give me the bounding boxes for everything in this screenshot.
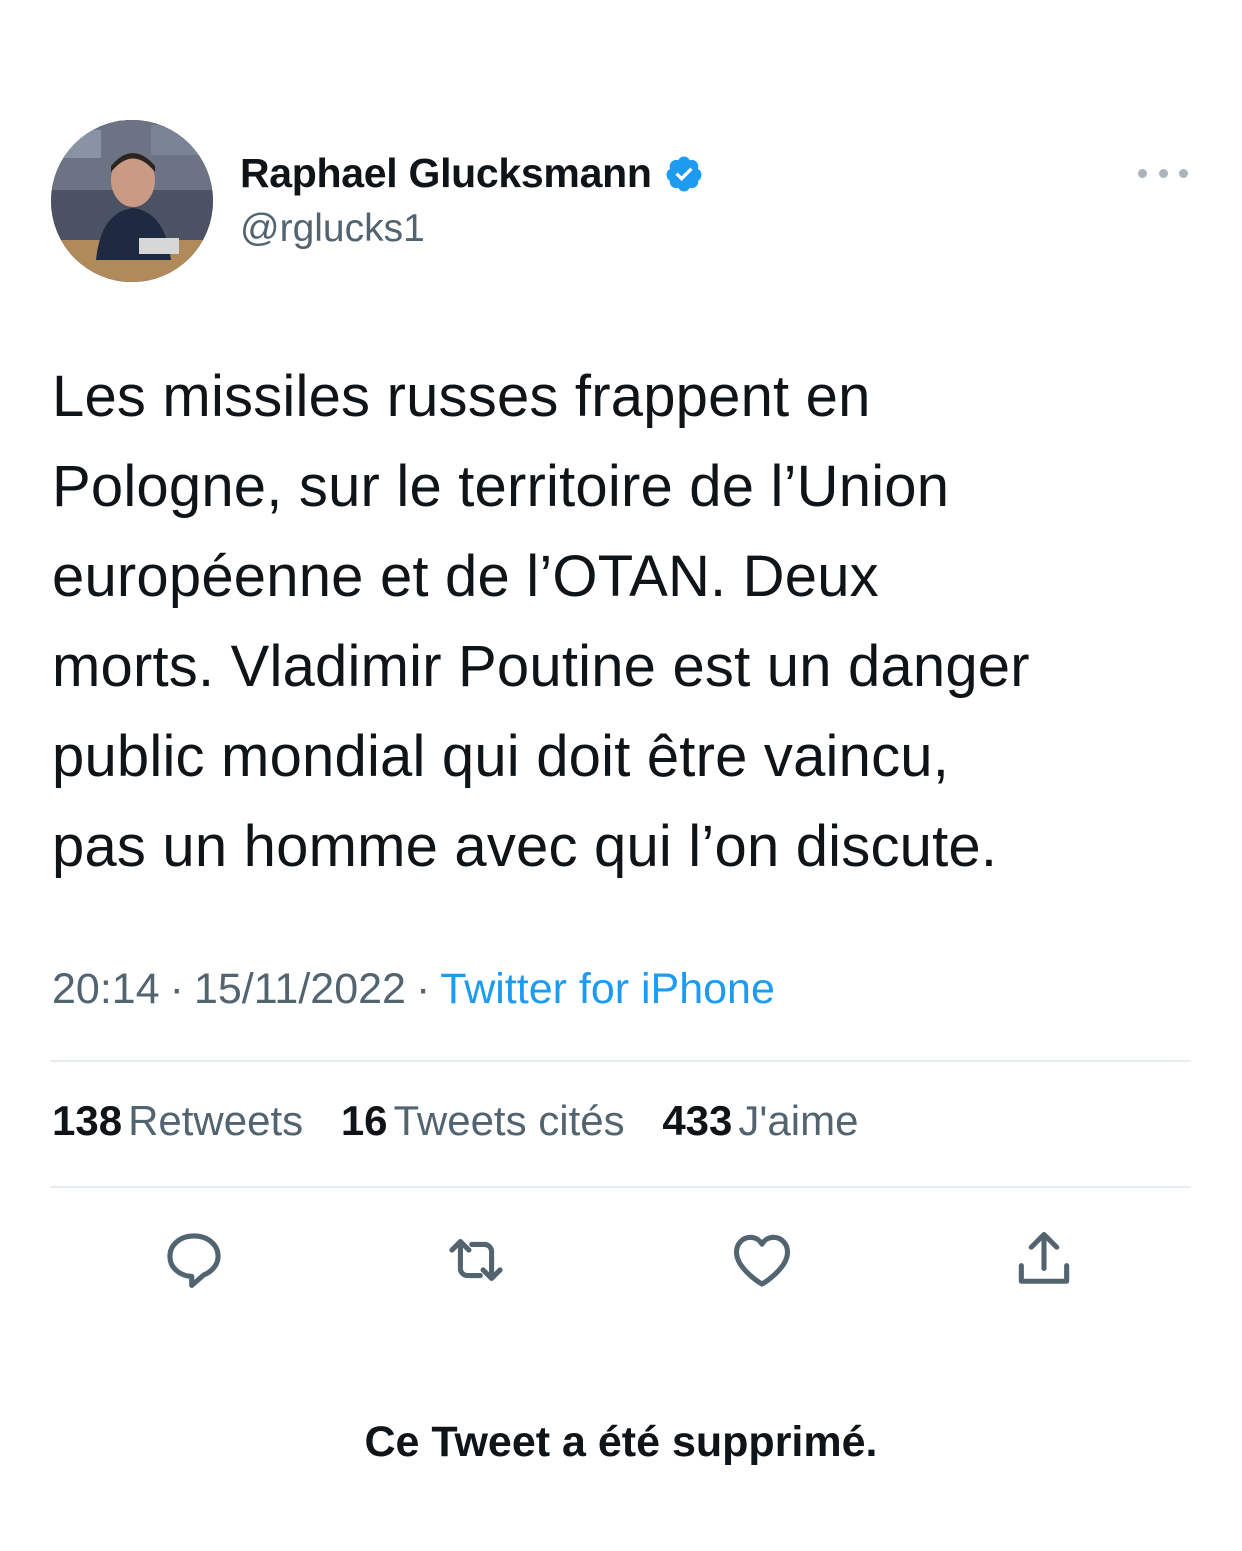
verified-badge-icon bbox=[664, 154, 704, 194]
more-horizontal-icon[interactable] bbox=[1138, 160, 1188, 186]
quotes-stat[interactable]: 16 Tweets cités bbox=[341, 1097, 625, 1145]
divider bbox=[50, 1060, 1191, 1062]
avatar-photo bbox=[51, 120, 213, 282]
heart-icon[interactable] bbox=[728, 1226, 796, 1294]
tweet-stats: 138 Retweets 16 Tweets cités 433 J'aime bbox=[52, 1097, 884, 1145]
tweet-text-line: pas un homme avec qui l’on discute. bbox=[52, 814, 998, 879]
likes-count: 433 bbox=[662, 1097, 733, 1144]
tweet-card: Raphael Glucksmann @rglucks1 Les missile… bbox=[0, 0, 1242, 1551]
tweet-text-line: Les missiles russes frappent en bbox=[52, 364, 871, 429]
likes-stat[interactable]: 433 J'aime bbox=[662, 1097, 858, 1145]
author-name-text: Raphael Glucksmann bbox=[240, 150, 652, 196]
meta-separator: · bbox=[415, 965, 431, 1013]
tweet-meta: 20:14 · 15/11/2022 · Twitter for iPhone bbox=[52, 965, 775, 1014]
tweet-source-link[interactable]: Twitter for iPhone bbox=[440, 965, 775, 1013]
author-name[interactable]: Raphael Glucksmann bbox=[240, 150, 704, 197]
likes-label: J'aime bbox=[738, 1097, 859, 1144]
dot bbox=[1138, 168, 1147, 178]
retweets-stat[interactable]: 138 Retweets bbox=[52, 1097, 303, 1145]
dot bbox=[1158, 168, 1168, 178]
share-icon[interactable] bbox=[1010, 1226, 1078, 1294]
tweet-text-line: morts. Vladimir Poutine est un danger bbox=[52, 634, 1030, 699]
tweet-text-line: européenne et de l’OTAN. Deux bbox=[52, 544, 879, 609]
divider bbox=[50, 1186, 1191, 1188]
tweet-text-line: Pologne, sur le territoire de l’Union bbox=[52, 454, 950, 519]
tweet-text-line: public mondial qui doit être vaincu, bbox=[52, 724, 950, 789]
deleted-notice: Ce Tweet a été supprimé. bbox=[364, 1418, 878, 1466]
reply-icon[interactable] bbox=[160, 1226, 228, 1294]
author-handle[interactable]: @rglucks1 bbox=[240, 207, 425, 251]
tweet-date[interactable]: 15/11/2022 bbox=[194, 965, 406, 1013]
tweet-text: Les missiles russes frappent en Pologne,… bbox=[52, 352, 1202, 892]
tweet-time[interactable]: 20:14 bbox=[52, 965, 160, 1013]
avatar[interactable] bbox=[51, 120, 213, 282]
retweet-icon[interactable] bbox=[442, 1226, 510, 1294]
meta-separator: · bbox=[169, 965, 184, 1013]
dot bbox=[1179, 168, 1188, 178]
retweets-label: Retweets bbox=[128, 1097, 304, 1144]
retweets-count: 138 bbox=[52, 1097, 123, 1144]
quotes-label: Tweets cités bbox=[393, 1097, 625, 1144]
quotes-count: 16 bbox=[340, 1097, 388, 1144]
